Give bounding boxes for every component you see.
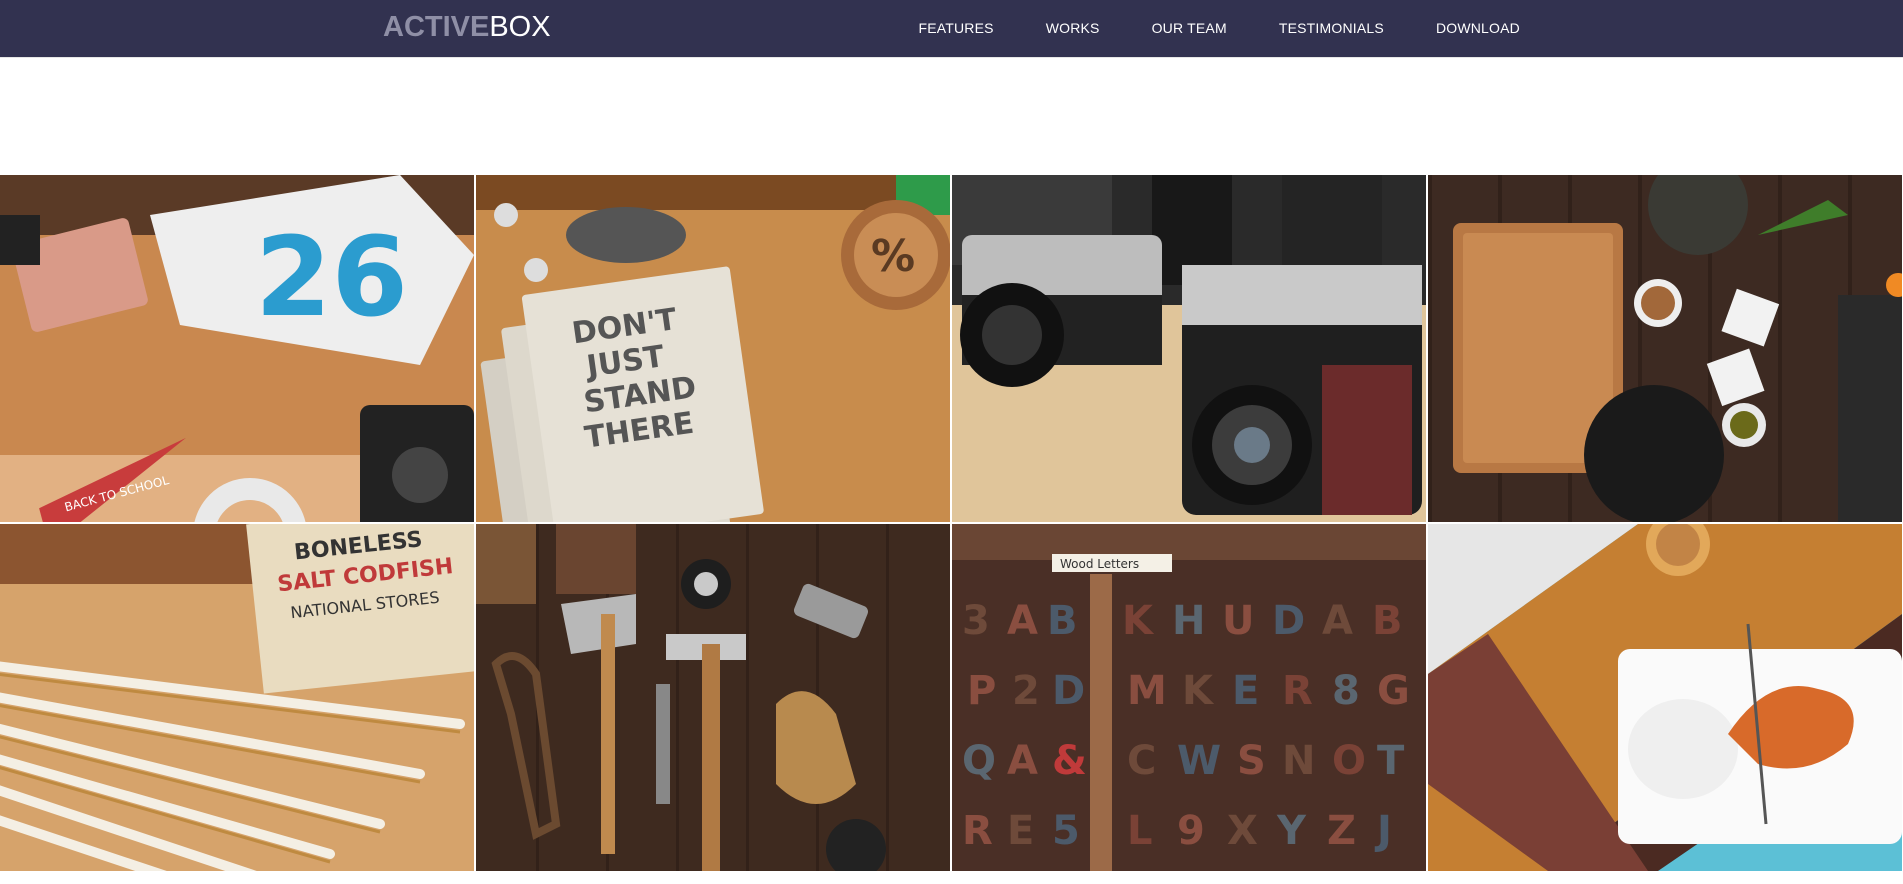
kitchen-image	[1428, 175, 1902, 522]
svg-text:R: R	[962, 808, 993, 854]
site-logo[interactable]: ACTIVEBOX	[383, 10, 551, 44]
svg-text:B: B	[1372, 598, 1403, 644]
svg-text:U: U	[1222, 598, 1254, 644]
svg-text:3: 3	[962, 598, 990, 644]
svg-text:K: K	[1122, 598, 1155, 644]
svg-text:W: W	[1177, 738, 1221, 784]
nav-features[interactable]: FEATURES	[892, 0, 1019, 57]
svg-text:M: M	[1127, 668, 1167, 714]
rulers-image: BONELESS SALT CODFISH NATIONAL STORES	[0, 524, 474, 871]
gallery-tile-cameras[interactable]	[952, 175, 1426, 522]
svg-text:8: 8	[1332, 668, 1360, 714]
wood-type-image: Wood Letters 3 A B K H U D A B P 2 D M K…	[952, 524, 1426, 871]
svg-text:C: C	[1127, 738, 1156, 784]
logo-text-light: BOX	[489, 11, 551, 43]
workbench-image: 26 BACK TO SCHOOL urban	[0, 175, 474, 522]
gallery-tile-kitchen[interactable]	[1428, 175, 1902, 522]
shirt-number: 26	[255, 213, 408, 341]
svg-text:H: H	[1172, 598, 1205, 644]
top-navbar: ACTIVEBOX FEATURES WORKS OUR TEAM TESTIM…	[0, 0, 1903, 58]
tools-image	[476, 524, 950, 871]
svg-text:Z: Z	[1327, 808, 1356, 854]
nav-download[interactable]: DOWNLOAD	[1410, 0, 1536, 57]
navbar-container: ACTIVEBOX FEATURES WORKS OUR TEAM TESTIM…	[366, 0, 1536, 57]
coaster-symbol: %	[871, 231, 915, 282]
svg-text:G: G	[1377, 668, 1410, 714]
svg-text:Y: Y	[1276, 808, 1307, 854]
svg-text:X: X	[1227, 808, 1258, 854]
svg-text:N: N	[1282, 738, 1315, 784]
svg-text:A: A	[1007, 598, 1038, 644]
svg-text:9: 9	[1177, 808, 1205, 854]
gallery-tile-notebooks[interactable]: % DON'T JUST STAND THERE	[476, 175, 950, 522]
cameras-image	[952, 175, 1426, 522]
svg-text:D: D	[1272, 598, 1305, 644]
svg-text:R: R	[1282, 668, 1313, 714]
main-nav: FEATURES WORKS OUR TEAM TESTIMONIALS DOW…	[892, 0, 1536, 57]
notebooks-image: % DON'T JUST STAND THERE	[476, 175, 950, 522]
svg-text:S: S	[1237, 738, 1266, 784]
nav-works[interactable]: WORKS	[1020, 0, 1126, 57]
svg-text:Q: Q	[962, 738, 996, 784]
gallery-tile-rulers[interactable]: BONELESS SALT CODFISH NATIONAL STORES	[0, 524, 474, 871]
svg-text:L: L	[1127, 808, 1153, 854]
svg-text:D: D	[1052, 668, 1085, 714]
label-text: Wood Letters	[1060, 557, 1139, 571]
gallery-tile-workbench[interactable]: 26 BACK TO SCHOOL urban	[0, 175, 474, 522]
nav-testimonials[interactable]: TESTIMONIALS	[1253, 0, 1410, 57]
svg-text:A: A	[1322, 598, 1353, 644]
svg-text:&: &	[1052, 738, 1087, 784]
gallery-tile-tools[interactable]	[476, 524, 950, 871]
svg-text:K: K	[1182, 668, 1215, 714]
svg-text:J: J	[1374, 808, 1392, 854]
svg-text:O: O	[1332, 738, 1366, 784]
plate-image	[1428, 524, 1902, 871]
svg-text:5: 5	[1052, 808, 1080, 854]
svg-text:P: P	[967, 668, 996, 714]
gallery-tile-plate[interactable]	[1428, 524, 1902, 871]
svg-text:E: E	[1007, 808, 1034, 854]
svg-text:T: T	[1377, 738, 1405, 784]
nav-our-team[interactable]: OUR TEAM	[1126, 0, 1253, 57]
svg-text:E: E	[1232, 668, 1259, 714]
svg-text:2: 2	[1012, 668, 1040, 714]
svg-text:B: B	[1047, 598, 1078, 644]
logo-text-strong: ACTIVE	[383, 11, 490, 43]
svg-text:A: A	[1007, 738, 1038, 784]
works-gallery: 26 BACK TO SCHOOL urban	[0, 175, 1903, 872]
gallery-tile-wood-type[interactable]: Wood Letters 3 A B K H U D A B P 2 D M K…	[952, 524, 1426, 871]
